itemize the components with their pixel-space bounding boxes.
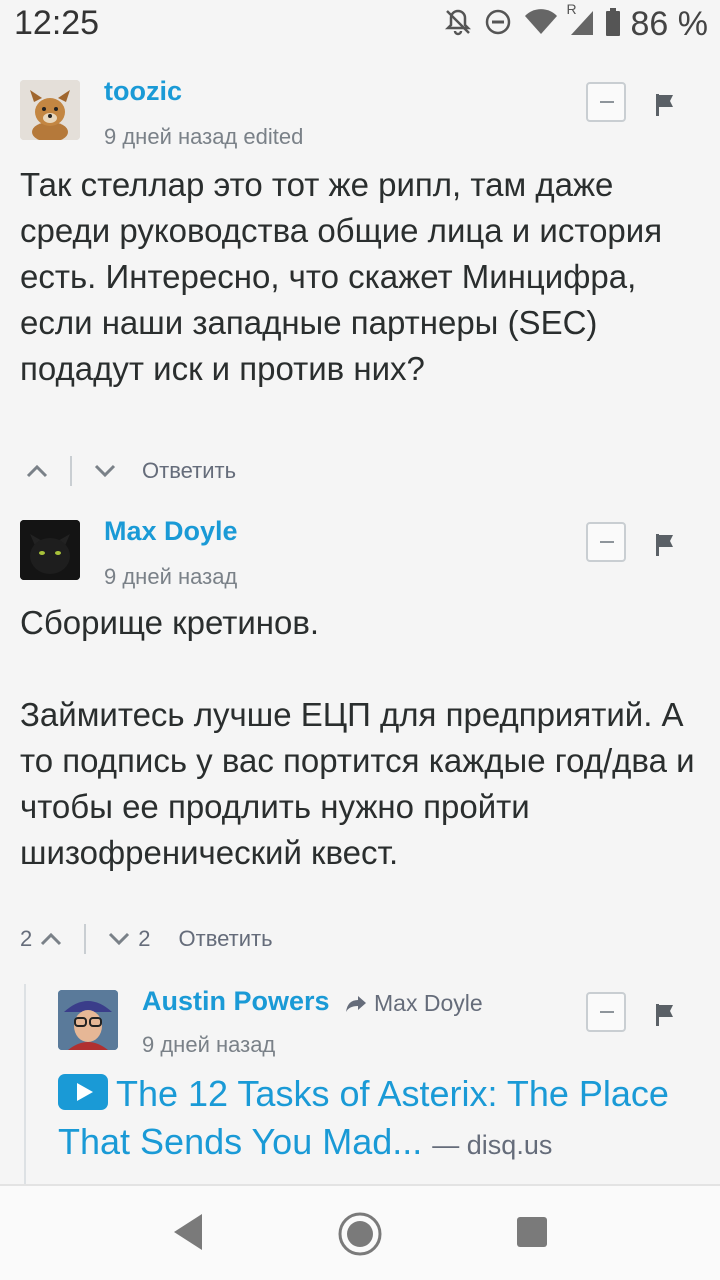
downvote-button[interactable] <box>94 464 116 478</box>
flag-icon[interactable] <box>656 94 676 116</box>
reply-to[interactable]: Max Doyle <box>344 990 483 1017</box>
avatar[interactable] <box>58 990 118 1050</box>
upvote-button[interactable] <box>26 464 48 478</box>
battery-percent: 86 % <box>630 4 709 43</box>
upvote-button[interactable]: 2 <box>20 926 62 952</box>
network-label: R <box>566 0 577 17</box>
dog-avatar-icon <box>20 80 80 140</box>
downvote-count: 2 <box>138 926 151 951</box>
dnd-icon <box>483 7 513 42</box>
recent-apps-icon[interactable] <box>516 1216 548 1248</box>
comment-author[interactable]: toozic <box>104 76 182 107</box>
flag-icon[interactable] <box>656 534 676 556</box>
comment-paragraph: Так стеллар это тот же рипл, там даже ср… <box>20 166 663 387</box>
flag-icon[interactable] <box>656 1004 676 1026</box>
video-play-icon <box>58 1074 108 1110</box>
vote-separator <box>84 924 87 954</box>
chevron-down-icon <box>94 464 116 478</box>
home-icon[interactable] <box>336 1210 384 1258</box>
comment-paragraph: Займитесь лучше ЕЦП для предприятий. А т… <box>20 696 695 871</box>
comment-actions: 2 2 Ответить <box>20 924 273 954</box>
comment-body: Так стеллар это тот же рипл, там даже ср… <box>20 162 700 392</box>
chevron-up-icon <box>26 464 48 478</box>
comment-author[interactable]: Austin Powers <box>142 986 330 1017</box>
comment-body: Сборище кретинов. Займитесь лучше ЕЦП дл… <box>20 600 700 876</box>
navigation-bar <box>0 1184 720 1280</box>
status-time: 12:25 <box>14 4 100 42</box>
link-domain: — disq.us <box>432 1130 553 1160</box>
cat-avatar-icon <box>20 520 80 580</box>
comment-feed: toozic 9 дней назад edited Так стеллар э… <box>0 48 720 1184</box>
comment-author[interactable]: Max Doyle <box>104 516 238 547</box>
comment-timestamp[interactable]: 9 дней назад edited <box>104 124 303 150</box>
battery-icon <box>605 7 621 42</box>
comment-timestamp[interactable]: 9 дней назад <box>104 564 237 590</box>
collapse-button[interactable] <box>586 82 626 122</box>
avatar[interactable] <box>20 80 80 140</box>
downvote-button[interactable]: 2 <box>108 926 151 952</box>
comment-paragraph: Сборище кретинов. <box>20 604 320 641</box>
austin-avatar-icon <box>58 990 118 1050</box>
status-bar: 12:25 R 86 % <box>0 0 720 48</box>
video-link[interactable]: The 12 Tasks of Asterix: The Place That … <box>58 1070 698 1169</box>
reply-arrow-icon <box>346 995 366 1012</box>
reply-button[interactable]: Ответить <box>179 926 273 952</box>
comment-timestamp[interactable]: 9 дней назад <box>142 1032 275 1058</box>
collapse-button[interactable] <box>586 522 626 562</box>
wifi-icon <box>523 7 559 42</box>
collapse-button[interactable] <box>586 992 626 1032</box>
notifications-off-icon <box>443 7 473 42</box>
back-icon[interactable] <box>170 1212 204 1252</box>
status-icons: R 86 % <box>443 1 709 44</box>
vote-separator <box>70 456 72 486</box>
thread-line <box>24 984 26 1184</box>
avatar[interactable] <box>20 520 80 580</box>
chevron-up-icon <box>41 932 62 946</box>
reply-to-name: Max Doyle <box>374 990 483 1016</box>
comment-actions: Ответить <box>26 456 236 486</box>
signal-icon: R <box>567 1 595 42</box>
video-link-title[interactable]: The 12 Tasks of Asterix: The Place That … <box>58 1073 669 1162</box>
chevron-down-icon <box>109 932 130 946</box>
reply-button[interactable]: Ответить <box>142 458 236 484</box>
upvote-count: 2 <box>20 926 33 951</box>
